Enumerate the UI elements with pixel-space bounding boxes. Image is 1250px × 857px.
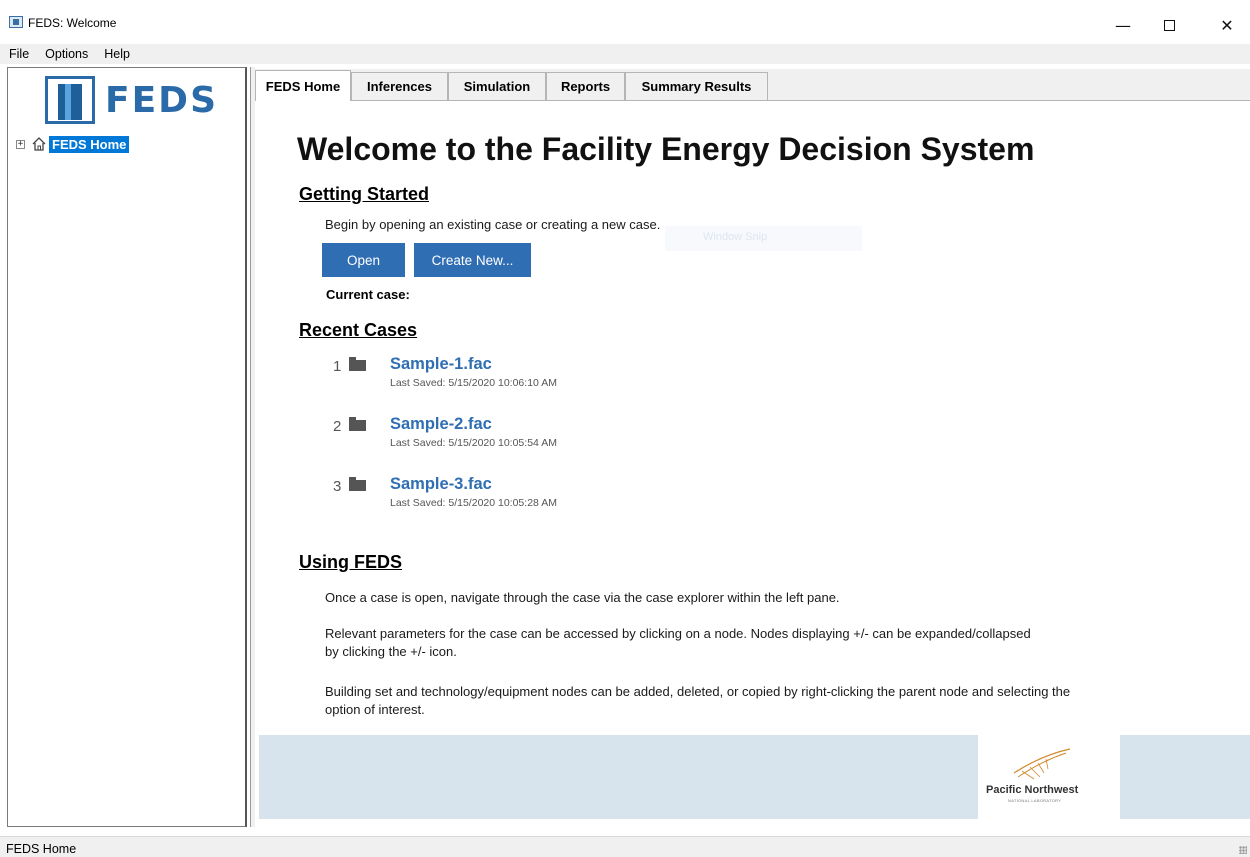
close-button[interactable]: ✕ — [1204, 10, 1250, 40]
tree-node-feds-home[interactable]: + FEDS Home — [16, 135, 130, 153]
recent-case-link[interactable]: Sample-2.fac — [390, 415, 492, 434]
using-feds-text-1: Once a case is open, navigate through th… — [325, 590, 840, 605]
page-title: Welcome to the Facility Energy Decision … — [297, 131, 1035, 167]
pnnl-arc-icon — [1013, 748, 1071, 780]
folder-icon — [349, 477, 366, 491]
menu-help[interactable]: Help — [96, 47, 138, 61]
menu-bar: File Options Help — [0, 44, 1250, 64]
current-case-label: Current case: — [326, 287, 410, 302]
pnnl-subtitle: NATIONAL LABORATORY — [1008, 798, 1062, 803]
pnnl-name: Pacific Northwest — [986, 784, 1079, 796]
close-icon: ✕ — [1220, 15, 1234, 35]
minimize-button[interactable]: — — [1100, 10, 1146, 40]
pnnl-logo: Pacific Northwest NATIONAL LABORATORY — [978, 735, 1120, 819]
recent-case-number: 2 — [333, 418, 342, 435]
tab-feds-home[interactable]: FEDS Home — [255, 70, 351, 101]
recent-case-saved: Last Saved: 5/15/2020 10:05:54 AM — [390, 437, 557, 449]
home-icon — [32, 137, 46, 151]
tab-summary-results[interactable]: Summary Results — [625, 72, 768, 100]
getting-started-heading: Getting Started — [299, 184, 430, 204]
tree-node-label[interactable]: FEDS Home — [49, 135, 130, 153]
tab-strip: FEDS Home Inferences Simulation Reports … — [255, 69, 1250, 101]
getting-started-text: Begin by opening an existing case or cre… — [325, 217, 661, 232]
using-feds-heading: Using FEDS — [299, 552, 403, 572]
minimize-icon: — — [1115, 15, 1131, 35]
create-new-button[interactable]: Create New... — [414, 243, 531, 277]
app-icon — [9, 16, 23, 28]
folder-icon — [349, 357, 366, 371]
logo-text: FEDS — [105, 80, 218, 121]
open-button[interactable]: Open — [322, 243, 405, 277]
recent-case-saved: Last Saved: 5/15/2020 10:06:10 AM — [390, 377, 557, 389]
folder-icon — [349, 417, 366, 431]
menu-options[interactable]: Options — [37, 47, 96, 61]
tab-inferences[interactable]: Inferences — [351, 72, 448, 100]
maximize-icon — [1163, 19, 1175, 31]
menu-file[interactable]: File — [0, 47, 37, 61]
status-text: FEDS Home — [6, 842, 77, 856]
pane-splitter[interactable] — [250, 67, 255, 827]
recent-case-link[interactable]: Sample-1.fac — [390, 355, 492, 374]
using-feds-text-3: Building set and technology/equipment no… — [325, 684, 1071, 717]
tab-simulation[interactable]: Simulation — [448, 72, 546, 100]
expand-icon[interactable]: + — [16, 139, 25, 149]
maximize-button[interactable] — [1146, 10, 1192, 40]
resize-grip-icon[interactable] — [1239, 846, 1247, 854]
building-logo-icon — [45, 76, 95, 124]
window-title: FEDS: Welcome — [28, 16, 117, 30]
tab-reports[interactable]: Reports — [546, 72, 625, 100]
recent-case-link[interactable]: Sample-3.fac — [390, 475, 492, 494]
recent-case-number: 3 — [333, 478, 342, 495]
title-bar: FEDS: Welcome — ✕ — [0, 0, 1250, 44]
using-feds-text-2: Relevant parameters for the case can be … — [325, 626, 1031, 659]
welcome-content: Welcome to the Facility Energy Decision … — [257, 101, 1250, 827]
status-bar: FEDS Home — [0, 836, 1250, 857]
recent-case-saved: Last Saved: 5/15/2020 10:05:28 AM — [390, 497, 557, 509]
feds-logo: FEDS — [45, 76, 216, 124]
case-explorer-pane: FEDS + FEDS Home — [7, 67, 247, 827]
recent-case-number: 1 — [333, 358, 342, 375]
window-snip-overlay: Window Snip — [665, 226, 862, 251]
recent-cases-heading: Recent Cases — [299, 320, 418, 340]
